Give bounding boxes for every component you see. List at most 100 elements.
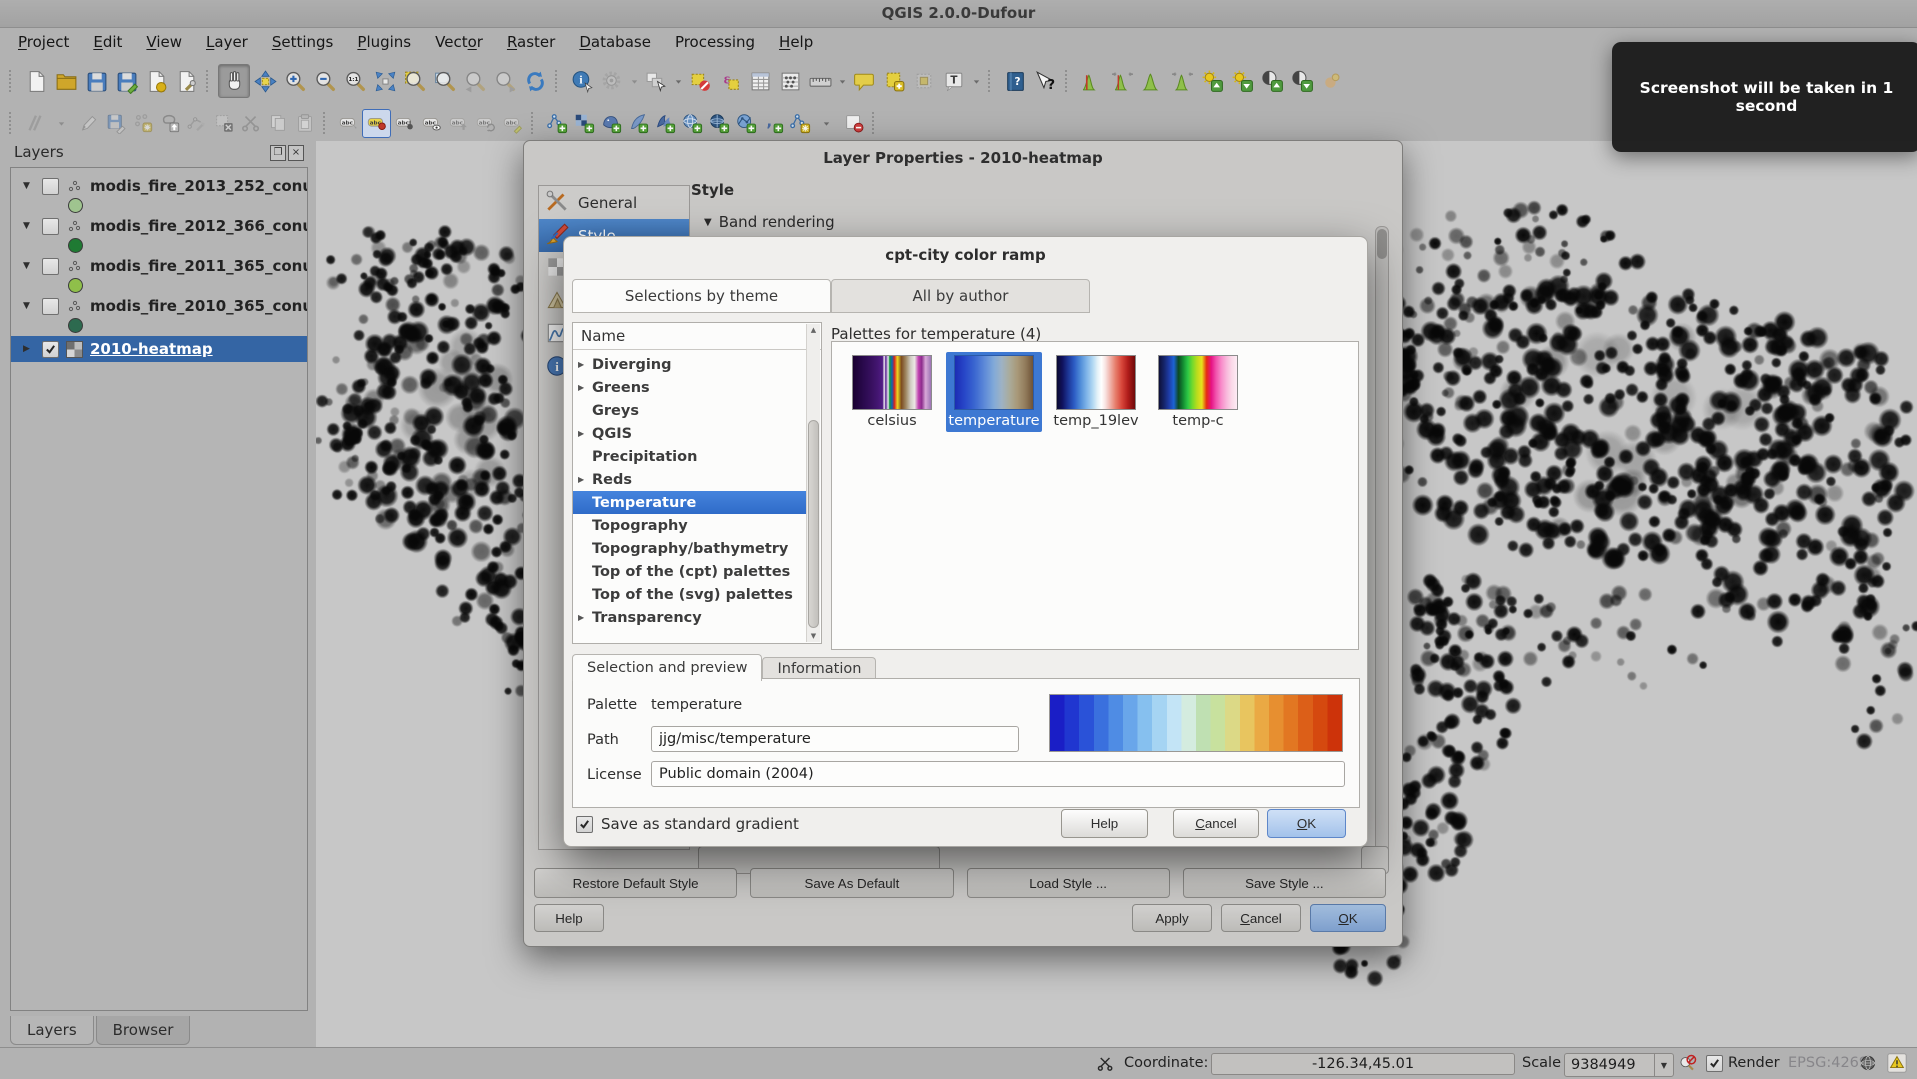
- palette-celsius[interactable]: celsius: [844, 352, 940, 432]
- attribute-table-icon[interactable]: [745, 65, 775, 97]
- tree-item-topography-bathymetry[interactable]: Topography/bathymetry: [573, 537, 806, 560]
- preview-tab-selection-and-preview[interactable]: Selection and preview: [572, 654, 762, 681]
- label-rotate-icon[interactable]: abc: [472, 110, 499, 137]
- expand-triangle-icon[interactable]: ▼: [23, 301, 35, 311]
- save-layer-edits-icon[interactable]: [102, 110, 129, 137]
- symbol-swatch[interactable]: [68, 318, 83, 333]
- zoom-to-layer-icon[interactable]: [430, 65, 460, 97]
- scrollbar-handle[interactable]: [808, 420, 819, 628]
- toolbar-grip[interactable]: [1065, 70, 1072, 92]
- layer-visibility-checkbox[interactable]: [42, 298, 59, 315]
- zoom-in-icon[interactable]: [280, 65, 310, 97]
- save-project-as-icon[interactable]: [111, 65, 141, 97]
- menu-edit[interactable]: Edit: [81, 30, 134, 54]
- label-move-icon[interactable]: abc: [445, 110, 472, 137]
- remove-layer-icon[interactable]: [840, 110, 867, 137]
- label-show-hide-icon[interactable]: abc: [418, 110, 445, 137]
- tree-item-greys[interactable]: Greys: [573, 399, 806, 422]
- license-input[interactable]: [651, 761, 1345, 787]
- expand-triangle-icon[interactable]: ▼: [23, 261, 35, 271]
- current-edits-dropdown[interactable]: [48, 110, 75, 137]
- zoom-last-icon[interactable]: [460, 65, 490, 97]
- ramp-tab-all-by-author[interactable]: All by author: [831, 279, 1090, 313]
- decrease-brightness-icon[interactable]: [1227, 65, 1257, 97]
- select-features-icon[interactable]: [641, 65, 671, 97]
- identify-features-icon[interactable]: i: [567, 65, 597, 97]
- label-pin-icon[interactable]: abc: [391, 110, 418, 137]
- tree-item-greens[interactable]: ▶Greens: [573, 376, 806, 399]
- deselect-features-icon[interactable]: [685, 65, 715, 97]
- band-rendering-group[interactable]: ▼ Band rendering: [704, 213, 835, 231]
- decrease-contrast-icon[interactable]: [1287, 65, 1317, 97]
- annotation-dropdown[interactable]: [969, 65, 983, 97]
- panel-float-icon[interactable]: ❐: [270, 145, 286, 161]
- new-bookmark-icon[interactable]: [879, 65, 909, 97]
- add-spatialite-layer-icon[interactable]: [624, 110, 651, 137]
- toolbar-grip[interactable]: [9, 70, 16, 92]
- palette-temp-19lev[interactable]: temp_19lev: [1048, 352, 1144, 432]
- symbol-swatch[interactable]: [68, 198, 83, 213]
- toolbar-grip[interactable]: [872, 112, 879, 134]
- touch-zoom-icon[interactable]: [1317, 65, 1347, 97]
- whats-this-icon[interactable]: ?: [1030, 65, 1060, 97]
- add-delimited-text-icon[interactable]: ,: [759, 110, 786, 137]
- render-checkbox[interactable]: [1706, 1055, 1723, 1072]
- coordinate-input[interactable]: [1211, 1053, 1515, 1075]
- help-button[interactable]: Help: [1061, 809, 1148, 838]
- feature-action-dropdown[interactable]: [627, 65, 641, 97]
- menu-settings[interactable]: Settings: [260, 30, 346, 54]
- paste-features-icon[interactable]: [291, 110, 318, 137]
- menu-raster[interactable]: Raster: [495, 30, 567, 54]
- chevron-down-icon[interactable]: ▼: [1654, 1054, 1673, 1076]
- expand-triangle-icon[interactable]: ▶: [23, 344, 35, 354]
- open-project-icon[interactable]: [51, 65, 81, 97]
- delete-selected-icon[interactable]: [210, 110, 237, 137]
- tree-scrollbar[interactable]: ▲ ▼: [806, 324, 820, 642]
- zoom-next-icon[interactable]: [490, 65, 520, 97]
- save-project-icon[interactable]: [81, 65, 111, 97]
- toolbar-grip[interactable]: [323, 112, 330, 134]
- new-layer-dropdown[interactable]: [813, 110, 840, 137]
- cancel-button[interactable]: Cancel: [1173, 809, 1259, 838]
- zoom-to-selection-icon[interactable]: [400, 65, 430, 97]
- stop-rendering-icon[interactable]: [1678, 1053, 1698, 1077]
- layer-visibility-checkbox[interactable]: [42, 178, 59, 195]
- apply-button[interactable]: Apply: [1132, 904, 1212, 932]
- menu-project[interactable]: Project: [6, 30, 81, 54]
- save-as-default-button[interactable]: Save As Default: [750, 868, 953, 898]
- node-tool-icon[interactable]: [183, 110, 210, 137]
- layer-item[interactable]: ▼modis_fire_2013_252_conus: [11, 176, 307, 216]
- tree-item-temperature[interactable]: Temperature: [573, 491, 806, 514]
- run-feature-action-icon[interactable]: [597, 65, 627, 97]
- panel-tab-browser[interactable]: Browser: [96, 1016, 191, 1045]
- symbol-swatch[interactable]: [68, 278, 83, 293]
- properties-tab-general[interactable]: General: [539, 186, 689, 219]
- layer-item[interactable]: ▼modis_fire_2011_365_conus: [11, 256, 307, 296]
- menu-view[interactable]: View: [134, 30, 194, 54]
- zoom-actual-size-icon[interactable]: 1:1: [340, 65, 370, 97]
- zoom-out-icon[interactable]: [310, 65, 340, 97]
- menu-layer[interactable]: Layer: [194, 30, 260, 54]
- properties-scrollbar[interactable]: [1375, 226, 1389, 862]
- coordinate-toggle-icon[interactable]: [1096, 1054, 1115, 1077]
- map-tips-icon[interactable]: [849, 65, 879, 97]
- ramp-tab-selections-by-theme[interactable]: Selections by theme: [572, 279, 831, 313]
- layer-item[interactable]: ▶2010-heatmap: [11, 336, 307, 362]
- select-by-expression-icon[interactable]: ε: [715, 65, 745, 97]
- panel-close-icon[interactable]: ×: [288, 145, 304, 161]
- symbol-swatch[interactable]: [68, 238, 83, 253]
- tree-item-transparency[interactable]: ▶Transparency: [573, 606, 806, 629]
- log-messages-icon[interactable]: [1886, 1052, 1908, 1078]
- tree-item-top-of-the-cpt-palettes[interactable]: Top of the (cpt) palettes: [573, 560, 806, 583]
- palette-temp-c[interactable]: temp-c: [1150, 352, 1246, 432]
- pan-map-icon[interactable]: [218, 64, 250, 98]
- save-style-button[interactable]: Save Style ...: [1183, 868, 1386, 898]
- zoom-full-extent-icon[interactable]: [370, 65, 400, 97]
- add-feature-icon[interactable]: [129, 110, 156, 137]
- path-input[interactable]: [651, 726, 1019, 752]
- increase-contrast-icon[interactable]: [1257, 65, 1287, 97]
- layer-item[interactable]: ▼modis_fire_2010_365_conus: [11, 296, 307, 336]
- menu-plugins[interactable]: Plugins: [345, 30, 423, 54]
- measure-dropdown[interactable]: [835, 65, 849, 97]
- toolbar-grip[interactable]: [9, 112, 16, 134]
